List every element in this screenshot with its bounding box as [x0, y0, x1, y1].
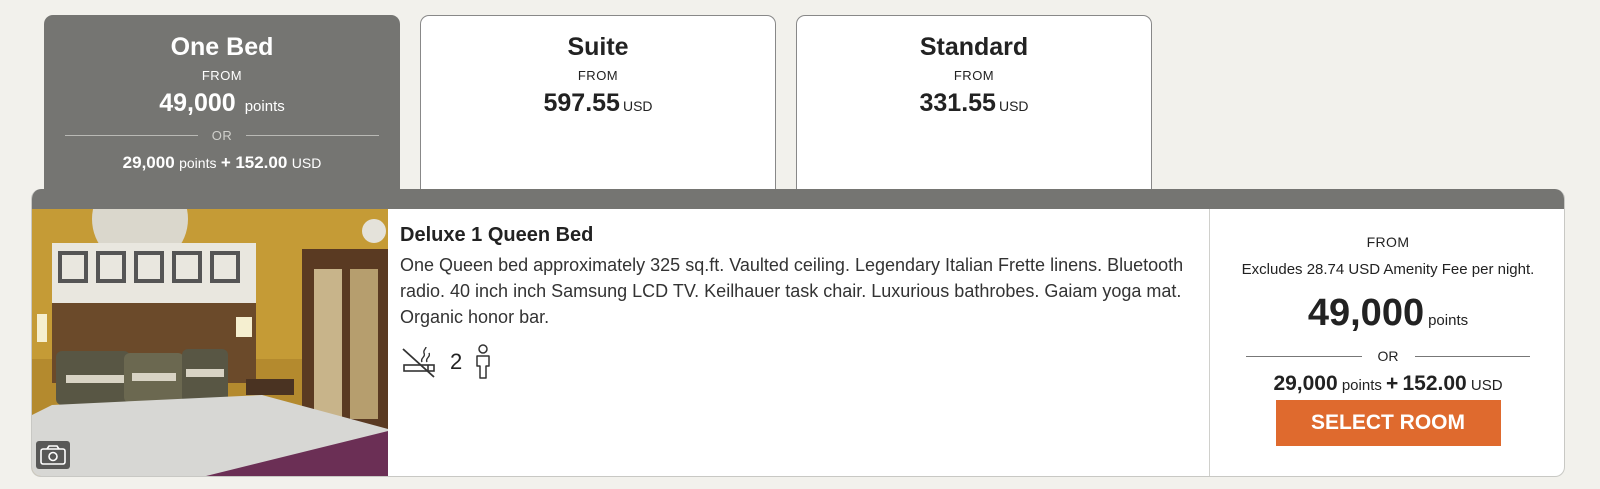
points-value: 49,000 [1307, 292, 1425, 334]
camera-icon[interactable] [36, 441, 70, 469]
or-label: OR [1377, 348, 1399, 364]
tab-alt-price: 29,000 points + 152.00 USD [45, 153, 399, 173]
room-info: Deluxe 1 Queen Bed One Queen bed approxi… [400, 209, 1200, 380]
tab-from-label: FROM [201, 68, 243, 83]
tab-price: 331.55 USD [797, 88, 1151, 122]
room-description: One Queen bed approximately 325 sq.ft. V… [400, 255, 1184, 327]
or-label: OR [211, 128, 233, 143]
select-room-button[interactable]: SELECT ROOM [1275, 400, 1501, 446]
tab-price-value: 331.55 [919, 89, 996, 117]
alt-cash-value: 152.00 [235, 153, 288, 172]
amenity-fee-note: Excludes 28.74 USD Amenity Fee per night… [1241, 261, 1535, 278]
tab-suite[interactable]: Suite FROM 597.55 USD [420, 15, 776, 189]
room-amenities: 2 [400, 344, 1200, 380]
alt-points-unit: points [1341, 377, 1382, 394]
no-smoking-icon [402, 346, 435, 378]
person-icon [476, 344, 490, 379]
or-divider: OR [1246, 348, 1530, 364]
tab-price-unit: USD [998, 98, 1029, 114]
tab-standard[interactable]: Standard FROM 331.55 USD [796, 15, 1152, 189]
alt-plus: + [1386, 372, 1399, 395]
tab-title: Suite [567, 33, 629, 61]
tab-price: 597.55 USD [421, 88, 775, 122]
tab-one-bed[interactable]: One Bed FROM 49,000 points OR 29,000 poin… [44, 15, 400, 189]
points-unit: points [1428, 312, 1469, 329]
alt-points-value: 29,000 [1273, 372, 1338, 395]
tab-title: One Bed [170, 33, 274, 61]
room-photo-image [32, 209, 388, 476]
tab-price-value: 49,000 [159, 89, 236, 117]
room-name: Deluxe 1 Queen Bed [400, 224, 594, 246]
tab-from-label: FROM [953, 68, 995, 83]
room-card: Deluxe 1 Queen Bed One Queen bed approxi… [31, 189, 1565, 477]
room-pricing: FROM Excludes 28.74 USD Amenity Fee per … [1209, 209, 1564, 476]
occupancy-count: 2 [450, 349, 463, 374]
or-divider: OR [65, 128, 379, 143]
alt-plus: + [220, 153, 231, 172]
tab-title: Standard [919, 33, 1029, 61]
tab-price-unit: points [244, 98, 285, 115]
alt-cash-value: 152.00 [1402, 372, 1467, 395]
tab-price-unit: USD [622, 98, 653, 114]
tab-price: 49,000 points [45, 88, 399, 122]
points-price: 49,000 points [1210, 292, 1564, 342]
alt-cash-currency: USD [291, 155, 322, 171]
pricing-from-label: FROM [1366, 234, 1410, 250]
alt-cash-currency: USD [1470, 377, 1503, 394]
alt-points-value: 29,000 [122, 153, 175, 172]
alt-points-unit: points [179, 155, 217, 171]
room-photo[interactable] [32, 209, 388, 476]
points-plus-cash: 29,000 points + 152.00 USD [1210, 372, 1564, 396]
tab-from-label: FROM [577, 68, 619, 83]
card-header-bar [32, 189, 1564, 209]
tab-price-value: 597.55 [543, 89, 620, 117]
